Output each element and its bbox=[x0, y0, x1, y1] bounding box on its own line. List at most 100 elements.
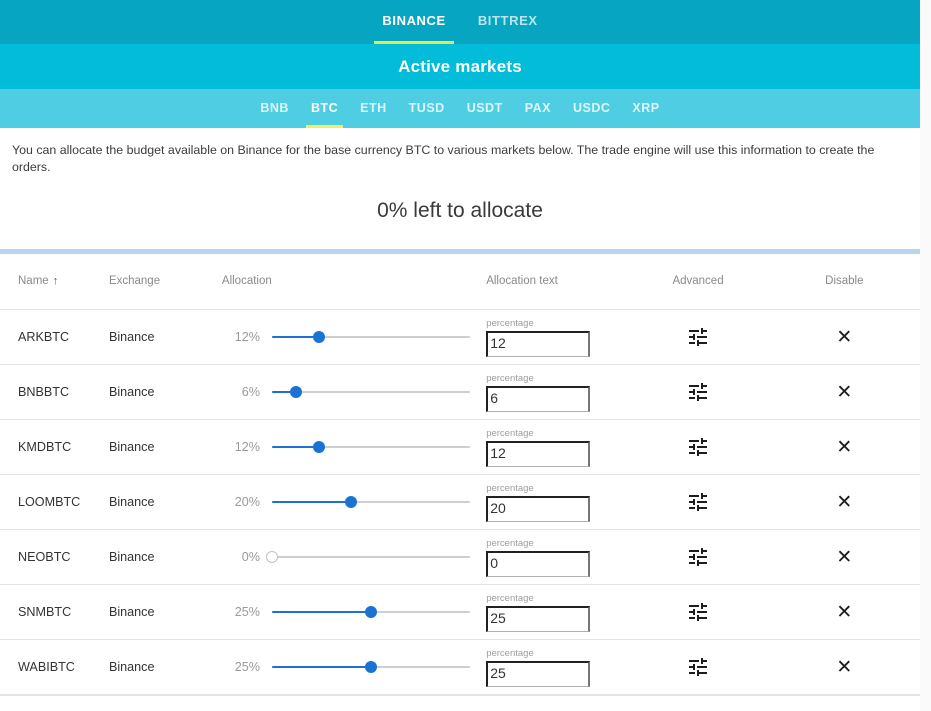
slider-thumb[interactable] bbox=[265, 551, 278, 564]
percentage-input[interactable] bbox=[486, 550, 591, 577]
percentage-field-label: percentage bbox=[486, 427, 534, 439]
disable-market-button[interactable]: ✕ bbox=[836, 437, 852, 457]
percentage-field: percentage bbox=[486, 373, 591, 412]
exchange-tab-bittrex[interactable]: BITTREX bbox=[462, 0, 554, 44]
advanced-settings-button[interactable] bbox=[686, 438, 710, 457]
market-name-cell: SNMBTC bbox=[0, 584, 109, 641]
market-exchange-cell: Binance bbox=[108, 309, 222, 366]
column-header-name[interactable]: Name ↑ bbox=[0, 253, 109, 311]
advanced-settings-button[interactable] bbox=[686, 328, 710, 347]
slider-thumb[interactable] bbox=[345, 496, 358, 509]
currency-tab-label: PAX bbox=[524, 101, 551, 115]
slider-thumb[interactable] bbox=[313, 441, 326, 454]
currency-tab-label: XRP bbox=[632, 101, 660, 115]
disable-market-button[interactable]: ✕ bbox=[836, 657, 852, 677]
disable-market-button[interactable]: ✕ bbox=[836, 327, 852, 347]
allocation-text-cell: percentage bbox=[486, 309, 628, 366]
allocation-slider[interactable] bbox=[271, 383, 470, 401]
page-header: Active markets bbox=[0, 44, 920, 89]
disable-market-button[interactable]: ✕ bbox=[836, 547, 852, 567]
column-header-exchange[interactable]: Exchange bbox=[108, 253, 222, 311]
table-row: KMDBTCBinance 12% percentage ✕ bbox=[0, 419, 920, 476]
market-exchange-cell: Binance bbox=[108, 529, 222, 586]
previous-page-button[interactable]: ‹ bbox=[838, 702, 872, 711]
column-header-advanced[interactable]: Advanced bbox=[627, 253, 769, 311]
allocate-heading: 0% left to allocate bbox=[377, 198, 543, 222]
slider-thumb[interactable] bbox=[313, 331, 326, 344]
percentage-field: percentage bbox=[486, 317, 591, 357]
market-name-cell: BNBBTC bbox=[0, 364, 109, 421]
paginator: Rows per page: 10 1-7 of 7 ‹ › bbox=[0, 695, 920, 711]
disable-market-button[interactable]: ✕ bbox=[836, 382, 852, 402]
table-row: ARKBTCBinance 12% percentage ✕ bbox=[0, 309, 920, 366]
currency-tab-pax[interactable]: PAX bbox=[514, 89, 562, 128]
advanced-cell bbox=[627, 419, 769, 476]
currency-tab-xrp[interactable]: XRP bbox=[621, 89, 670, 128]
disable-market-button[interactable]: ✕ bbox=[836, 492, 852, 512]
slider-thumb[interactable] bbox=[364, 661, 377, 674]
percentage-field-label: percentage bbox=[486, 482, 534, 494]
allocation-text-cell: percentage bbox=[486, 474, 628, 531]
market-name-cell: KMDBTC bbox=[0, 419, 109, 476]
allocation-slider-wrapper: 25% bbox=[222, 658, 486, 676]
allocation-slider[interactable] bbox=[265, 548, 470, 566]
markets-table: Name ↑ Exchange Allocation Allocation tex… bbox=[0, 253, 920, 696]
percentage-field-label: percentage bbox=[486, 317, 534, 329]
column-header-allocation-text[interactable]: Allocation text bbox=[486, 253, 628, 311]
exchange-tab-label: BINANCE bbox=[382, 13, 446, 28]
next-page-button[interactable]: › bbox=[872, 702, 906, 711]
advanced-settings-button[interactable] bbox=[686, 383, 710, 402]
currency-tab-eth[interactable]: ETH bbox=[349, 89, 398, 128]
allocation-slider[interactable] bbox=[271, 438, 470, 456]
currency-tab-usdc[interactable]: USDC bbox=[562, 89, 621, 128]
advanced-settings-button[interactable] bbox=[686, 548, 710, 567]
currency-tab-tusd[interactable]: TUSD bbox=[398, 89, 456, 128]
allocation-text-cell: percentage bbox=[486, 639, 628, 696]
allocation-slider[interactable] bbox=[271, 603, 470, 621]
percentage-field: percentage bbox=[486, 482, 591, 522]
allocation-text-cell: percentage bbox=[486, 529, 628, 586]
currency-tab-label: USDT bbox=[466, 101, 503, 115]
exchange-tab-binance[interactable]: BINANCE bbox=[366, 0, 461, 44]
market-exchange-cell: Binance bbox=[108, 419, 222, 476]
allocation-slider[interactable] bbox=[271, 328, 470, 346]
percentage-input[interactable] bbox=[486, 495, 591, 522]
currency-tab-bnb[interactable]: BNB bbox=[249, 89, 300, 128]
slider-thumb[interactable] bbox=[289, 386, 302, 399]
advanced-settings-button[interactable] bbox=[686, 603, 710, 622]
percentage-input[interactable] bbox=[486, 605, 591, 632]
app-root: BINANCE BITTREX Active markets BNB BTC ETH T… bbox=[0, 0, 931, 711]
percentage-field-label: percentage bbox=[486, 537, 534, 549]
slider-thumb[interactable] bbox=[364, 606, 377, 619]
percentage-input[interactable] bbox=[486, 330, 591, 357]
table-row: SNMBTCBinance 25% percentage ✕ bbox=[0, 584, 920, 641]
allocation-slider[interactable] bbox=[271, 658, 470, 676]
allocation-slider[interactable] bbox=[271, 493, 470, 511]
markets-table-head: Name ↑ Exchange Allocation Allocation tex… bbox=[0, 253, 920, 311]
advanced-settings-button[interactable] bbox=[686, 658, 710, 677]
percentage-field: percentage bbox=[486, 593, 591, 632]
disable-cell: ✕ bbox=[768, 584, 920, 641]
slider-fill bbox=[271, 336, 320, 339]
markets-table-body: ARKBTCBinance12%percentage✕BNBBTCBinance… bbox=[0, 309, 920, 696]
percentage-field: percentage bbox=[486, 648, 591, 687]
percentage-input[interactable] bbox=[486, 440, 591, 467]
allocation-slider-wrapper: 0% bbox=[222, 548, 486, 566]
disable-market-button[interactable]: ✕ bbox=[836, 602, 852, 622]
allocation-percent-label: 25% bbox=[234, 660, 260, 675]
currency-tab-usdt[interactable]: USDT bbox=[456, 89, 514, 128]
market-exchange-cell: Binance bbox=[108, 364, 222, 421]
table-row: NEOBTCBinance 0% percentage ✕ bbox=[0, 529, 920, 586]
allocation-percent-label: 20% bbox=[234, 495, 260, 510]
percentage-input[interactable] bbox=[486, 385, 591, 412]
column-header-name-label: Name bbox=[18, 275, 49, 288]
column-header-disable[interactable]: Disable bbox=[768, 253, 920, 311]
advanced-settings-button[interactable] bbox=[686, 493, 710, 512]
currency-tab-btc[interactable]: BTC bbox=[300, 89, 349, 128]
slider-fill bbox=[271, 446, 320, 449]
column-header-allocation[interactable]: Allocation bbox=[221, 253, 487, 311]
disable-cell: ✕ bbox=[768, 419, 920, 476]
allocation-percent-label: 25% bbox=[234, 605, 260, 620]
currency-tab-label: USDC bbox=[573, 101, 611, 115]
percentage-input[interactable] bbox=[486, 660, 591, 687]
